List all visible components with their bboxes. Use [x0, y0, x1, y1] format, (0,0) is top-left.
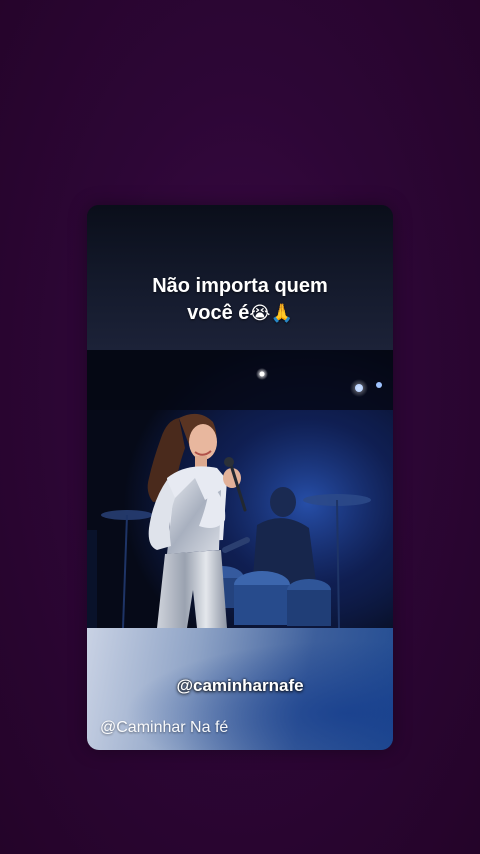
crying-praying-emoji: 😭🙏: [249, 303, 293, 324]
shared-post-card[interactable]: Não importa quem você é😭🙏 @caminharnafe …: [87, 205, 393, 750]
caption-line-2-text: você é: [187, 302, 250, 324]
concert-stage-scene: [87, 350, 393, 628]
caption-line-1: Não importa quem: [152, 275, 328, 297]
post-caption-area: Não importa quem você é😭🙏: [87, 205, 393, 350]
story-viewer-background: Não importa quem você é😭🙏 @caminharnafe …: [0, 0, 480, 854]
source-watermark: @Caminhar Na fé: [100, 719, 229, 736]
caption-line-2: você é😭🙏: [87, 300, 393, 327]
concert-video[interactable]: [87, 350, 393, 628]
post-caption: Não importa quem você é😭🙏: [87, 273, 393, 327]
post-footer: @caminharnafe @Caminhar Na fé: [87, 628, 393, 750]
account-handle-link[interactable]: @caminharnafe: [87, 676, 393, 696]
